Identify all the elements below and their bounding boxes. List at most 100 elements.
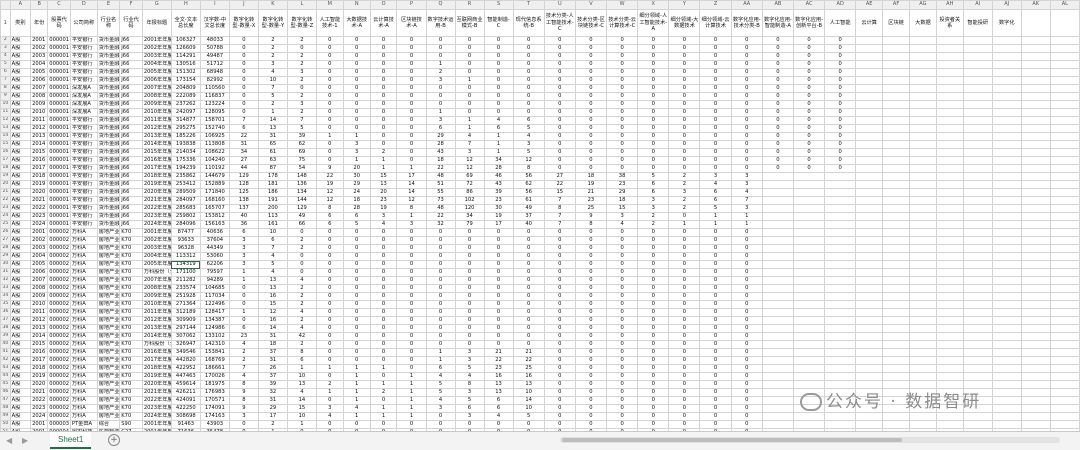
table-cell[interactable]: 万科A bbox=[69, 284, 98, 293]
table-cell[interactable]: 2013 bbox=[30, 324, 49, 333]
table-cell[interactable]: 平安银行 bbox=[69, 188, 98, 197]
table-cell[interactable]: 0 bbox=[483, 108, 514, 117]
table-cell[interactable]: 38 bbox=[606, 172, 639, 181]
table-cell[interactable]: 3 bbox=[454, 356, 485, 365]
table-cell[interactable]: 0 bbox=[606, 108, 639, 117]
table-cell[interactable]: K70 bbox=[119, 308, 143, 317]
table-cell[interactable]: 1 bbox=[483, 140, 514, 149]
table-cell[interactable] bbox=[991, 292, 1022, 301]
table-cell[interactable]: 0 bbox=[730, 164, 763, 173]
table-cell[interactable] bbox=[882, 116, 910, 125]
table-cell[interactable]: 0 bbox=[824, 116, 857, 125]
column-header[interactable]: W bbox=[606, 0, 639, 10]
table-cell[interactable]: 0 bbox=[369, 100, 398, 109]
table-cell[interactable]: 万科A bbox=[69, 356, 98, 365]
row-header[interactable]: 9 bbox=[0, 92, 11, 101]
table-cell[interactable] bbox=[962, 196, 993, 205]
table-cell[interactable]: 0 bbox=[761, 100, 794, 109]
table-cell[interactable]: 193838 bbox=[170, 140, 201, 149]
table-cell[interactable] bbox=[1020, 356, 1051, 365]
table-cell[interactable]: 3 bbox=[425, 116, 456, 125]
table-cell[interactable]: 0 bbox=[637, 340, 670, 349]
table-cell[interactable]: 4 bbox=[512, 132, 545, 141]
table-cell[interactable]: 2022年年度报告 bbox=[141, 396, 172, 405]
table-cell[interactable]: 2023年年度报告 bbox=[141, 404, 172, 413]
table-cell[interactable]: 0 bbox=[512, 276, 545, 285]
table-cell[interactable] bbox=[824, 356, 857, 365]
table-cell[interactable] bbox=[1020, 300, 1051, 309]
table-cell[interactable]: 5 bbox=[454, 364, 485, 373]
table-cell[interactable]: 0 bbox=[606, 236, 639, 245]
table-cell[interactable]: 124986 bbox=[199, 324, 230, 333]
table-cell[interactable]: 0 bbox=[228, 92, 259, 101]
table-cell[interactable]: 31 bbox=[257, 356, 288, 365]
table-cell[interactable]: 5 bbox=[699, 204, 732, 213]
table-cell[interactable] bbox=[991, 132, 1022, 141]
table-cell[interactable]: 0 bbox=[228, 316, 259, 325]
next-sheet-icon[interactable]: ▶ bbox=[22, 436, 28, 445]
table-cell[interactable] bbox=[1049, 252, 1080, 261]
table-cell[interactable]: 3 bbox=[228, 244, 259, 253]
table-cell[interactable]: 0 bbox=[512, 44, 545, 53]
table-cell[interactable]: 19 bbox=[574, 180, 608, 189]
table-cell[interactable] bbox=[1020, 292, 1051, 301]
table-cell[interactable]: 123224 bbox=[199, 100, 230, 109]
table-cell[interactable]: 0 bbox=[668, 108, 701, 117]
table-cell[interactable]: 房地产业 bbox=[96, 260, 121, 269]
table-cell[interactable]: 0 bbox=[606, 404, 639, 413]
table-cell[interactable]: 0 bbox=[369, 228, 398, 237]
table-cell[interactable]: K70 bbox=[119, 348, 143, 357]
table-cell[interactable]: 000001 bbox=[47, 124, 71, 133]
table-cell[interactable]: 426211 bbox=[170, 388, 201, 397]
table-cell[interactable]: 0 bbox=[699, 412, 732, 421]
table-cell[interactable]: 万科A bbox=[69, 268, 98, 277]
table-cell[interactable] bbox=[935, 60, 964, 69]
header-cell[interactable]: 智能投研 bbox=[962, 9, 993, 37]
table-cell[interactable]: 0 bbox=[512, 252, 545, 261]
table-cell[interactable]: 0 bbox=[668, 412, 701, 421]
table-cell[interactable] bbox=[792, 332, 826, 341]
table-cell[interactable]: 0 bbox=[228, 100, 259, 109]
table-cell[interactable] bbox=[962, 228, 993, 237]
table-cell[interactable]: 18 bbox=[425, 156, 456, 165]
table-cell[interactable]: 万科股份（公司 bbox=[141, 268, 172, 277]
header-cell[interactable]: 公司简称 bbox=[69, 9, 98, 37]
table-cell[interactable]: 2004 bbox=[30, 60, 49, 69]
table-cell[interactable]: 117034 bbox=[199, 292, 230, 301]
table-cell[interactable]: K70 bbox=[119, 292, 143, 301]
table-cell[interactable] bbox=[908, 164, 937, 173]
table-cell[interactable]: 000001 bbox=[47, 164, 71, 173]
table-cell[interactable]: 000002 bbox=[47, 388, 71, 397]
table-cell[interactable]: 2014年年度报告 bbox=[141, 332, 172, 341]
table-cell[interactable] bbox=[882, 180, 910, 189]
table-cell[interactable] bbox=[962, 132, 993, 141]
row-header[interactable]: 17 bbox=[0, 156, 11, 165]
table-cell[interactable]: 7 bbox=[730, 196, 763, 205]
table-cell[interactable]: 4 bbox=[286, 324, 317, 333]
table-cell[interactable]: 1 bbox=[730, 212, 763, 221]
table-cell[interactable]: 0 bbox=[699, 396, 732, 405]
table-cell[interactable] bbox=[935, 140, 964, 149]
table-cell[interactable] bbox=[962, 316, 993, 325]
table-cell[interactable]: 54 bbox=[286, 164, 317, 173]
row-header[interactable]: 19 bbox=[0, 172, 11, 181]
table-cell[interactable]: 1 bbox=[396, 380, 427, 389]
table-cell[interactable] bbox=[1020, 236, 1051, 245]
table-cell[interactable]: A股 bbox=[9, 172, 32, 181]
table-cell[interactable]: 0 bbox=[543, 100, 576, 109]
table-cell[interactable] bbox=[908, 412, 937, 421]
table-cell[interactable] bbox=[908, 100, 937, 109]
table-cell[interactable]: 114291 bbox=[170, 52, 201, 61]
table-cell[interactable]: 0 bbox=[543, 76, 576, 85]
table-cell[interactable] bbox=[962, 276, 993, 285]
table-cell[interactable]: A股 bbox=[9, 372, 32, 381]
table-cell[interactable]: A股 bbox=[9, 396, 32, 405]
table-cell[interactable]: 货币金融服务 bbox=[96, 212, 121, 221]
table-cell[interactable]: 3 bbox=[228, 236, 259, 245]
table-cell[interactable] bbox=[1049, 228, 1080, 237]
header-cell[interactable]: 行业名称 bbox=[96, 9, 121, 37]
table-cell[interactable]: 0 bbox=[637, 84, 670, 93]
table-cell[interactable] bbox=[991, 356, 1022, 365]
table-cell[interactable]: 2 bbox=[286, 36, 317, 45]
table-cell[interactable]: 0 bbox=[574, 420, 608, 429]
